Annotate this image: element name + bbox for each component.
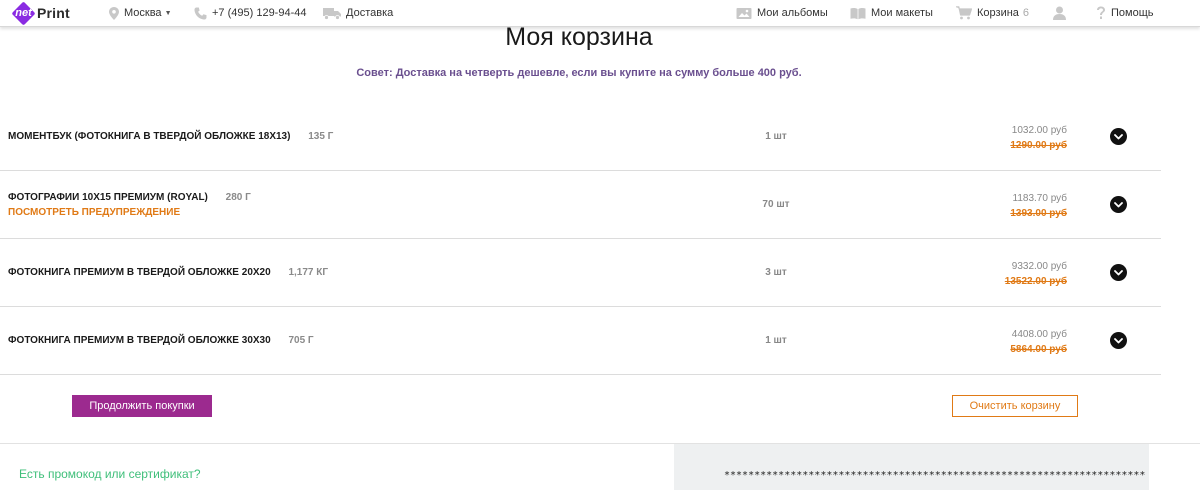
help-link[interactable]: Помощь <box>1096 0 1154 26</box>
delivery-label: Доставка <box>346 7 394 19</box>
delivery-tip: Совет: Доставка на четверть дешевле, есл… <box>356 67 802 79</box>
phone-link[interactable]: +7 (495) 129-94-44 <box>194 0 306 26</box>
location-pin-icon <box>109 6 119 20</box>
cart-link[interactable]: Корзина 6 <box>956 0 1029 26</box>
cart-item-old-price: 5864.00 руб <box>1010 344 1067 355</box>
help-label: Помощь <box>1111 7 1154 19</box>
cart-item-current-price: 1183.70 руб <box>1012 193 1067 204</box>
cart-item-old-price: 1290.00 руб <box>1010 140 1067 151</box>
chevron-down-icon <box>1114 201 1123 207</box>
expand-item-button[interactable] <box>1110 332 1127 349</box>
continue-shopping-button[interactable]: Продолжить покупки <box>72 395 212 417</box>
logo-print-text: Print <box>37 5 70 21</box>
cart-item-weight: 280 г <box>225 192 251 203</box>
cart-item-name: Фотокнига премиум в твердой обложке 20х2… <box>8 267 271 278</box>
masked-summary-text: ****************************************… <box>724 470 1146 481</box>
phone-number: +7 (495) 129-94-44 <box>212 7 307 19</box>
promo-code-link[interactable]: Есть промокод или сертификат? <box>19 467 201 481</box>
cart-item-name: Моментбук (фотокнига в твердой обложке 1… <box>8 131 291 142</box>
cart-label: Корзина <box>977 7 1019 19</box>
cart-item-title: Фотокнига премиум в твердой обложке 20х2… <box>8 267 328 278</box>
phone-icon <box>194 7 207 19</box>
photo-album-icon <box>736 7 752 19</box>
cart-item-quantity: 70 шт <box>762 199 790 210</box>
cart-item: Фотокнига премиум в твердой обложке 30х3… <box>0 307 1161 375</box>
my-albums-label: Мои альбомы <box>757 7 828 19</box>
account-link[interactable] <box>1053 0 1071 26</box>
cart-item-current-price: 4408.00 руб <box>1011 329 1067 340</box>
clear-cart-button[interactable]: Очистить корзину <box>952 395 1078 417</box>
my-albums-link[interactable]: Мои альбомы <box>736 0 828 26</box>
expand-item-button[interactable] <box>1110 264 1127 281</box>
chevron-down-icon <box>1114 133 1123 139</box>
cart-items-list: Моментбук (фотокнига в твердой обложке 1… <box>0 103 1161 375</box>
city-selector[interactable]: Москва ▼ <box>109 0 172 26</box>
cart-item: Фотографии 10х15 премиум (Royal) 280 г П… <box>0 171 1161 239</box>
cart-item-price: 1032.00 руб 1290.00 руб <box>1010 123 1067 153</box>
cart-item-name: Фотографии 10х15 премиум (Royal) <box>8 192 208 203</box>
my-layouts-link[interactable]: Мои макеты <box>850 0 933 26</box>
cart-item-quantity: 1 шт <box>765 131 787 142</box>
my-layouts-label: Мои макеты <box>871 7 933 19</box>
cart-item-weight: 1,177 кг <box>288 267 329 278</box>
open-book-icon <box>850 7 866 19</box>
cart-item-current-price: 9332.00 руб <box>1011 261 1067 272</box>
shopping-cart-icon <box>956 6 972 20</box>
cart-item: Фотокнига премиум в твердой обложке 20х2… <box>0 239 1161 307</box>
cart-item-current-price: 1032.00 руб <box>1011 125 1067 136</box>
delivery-link[interactable]: Доставка <box>323 0 393 26</box>
truck-icon <box>323 7 341 20</box>
user-icon <box>1053 6 1066 20</box>
top-navigation: net Print Москва ▼ +7 (495) 129-94-44 До… <box>0 0 1200 27</box>
cart-item-title: Фотокнига премиум в твердой обложке 30х3… <box>8 335 314 346</box>
cart-item-quantity: 1 шт <box>765 335 787 346</box>
chevron-down-icon: ▼ <box>164 9 172 17</box>
cart-item-quantity: 3 шт <box>765 267 787 278</box>
cart-item-weight: 135 г <box>308 131 334 142</box>
netprint-logo[interactable]: net Print <box>11 1 70 25</box>
cart-item-title: Фотографии 10х15 премиум (Royal) 280 г П… <box>8 192 251 218</box>
cart-item-old-price: 13522.00 руб <box>1004 276 1067 287</box>
cart-item-old-price: 1393.00 руб <box>1010 208 1067 219</box>
expand-item-button[interactable] <box>1110 128 1127 145</box>
question-mark-icon <box>1097 6 1105 19</box>
city-label: Москва <box>124 7 162 19</box>
cart-item-weight: 705 г <box>288 335 314 346</box>
cart-count-badge: 6 <box>1022 7 1030 19</box>
cart-item: Моментбук (фотокнига в твердой обложке 1… <box>0 103 1161 171</box>
cart-item-name: Фотокнига премиум в твердой обложке 30х3… <box>8 335 271 346</box>
cart-item-price: 9332.00 руб 13522.00 руб <box>1005 259 1067 289</box>
chevron-down-icon <box>1114 337 1123 343</box>
order-summary-panel: ****************************************… <box>674 444 1149 490</box>
view-warning-link[interactable]: Посмотреть предупреждение <box>8 207 251 218</box>
chevron-down-icon <box>1114 269 1123 275</box>
expand-item-button[interactable] <box>1110 196 1127 213</box>
cart-item-title: Моментбук (фотокнига в твердой обложке 1… <box>8 131 333 142</box>
logo-net-text: net <box>15 7 32 19</box>
page-title: Моя корзина <box>505 23 653 51</box>
cart-item-price: 4408.00 руб 5864.00 руб <box>1010 327 1067 357</box>
logo-diamond-icon: net <box>11 1 36 26</box>
cart-item-price: 1183.70 руб 1393.00 руб <box>1010 191 1067 221</box>
